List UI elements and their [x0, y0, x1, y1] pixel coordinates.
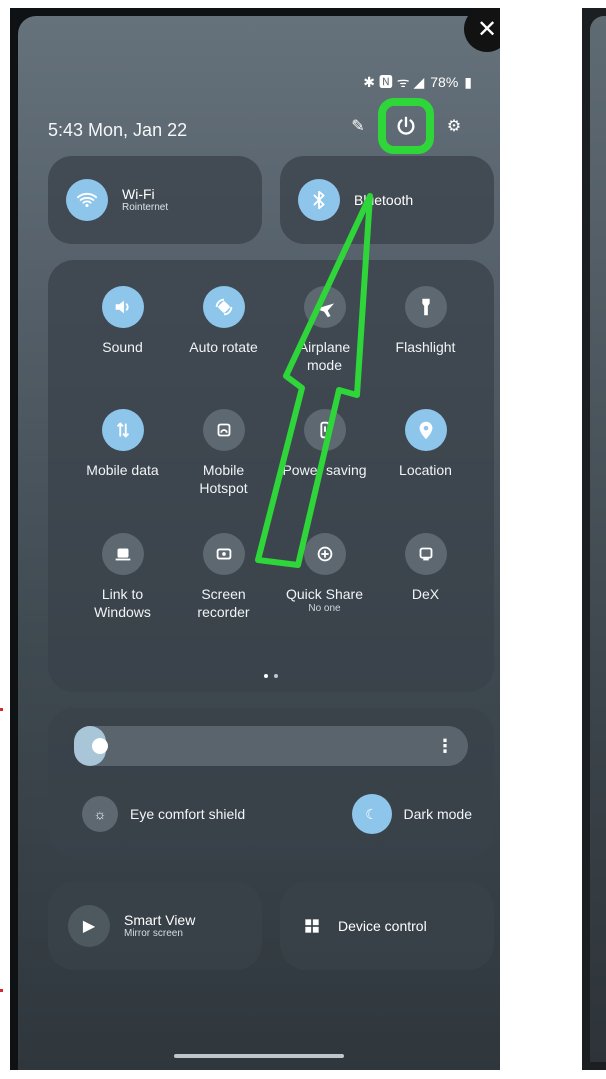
display-toggles: ☼ Eye comfort shield ☾ Dark mode	[82, 794, 472, 834]
home-indicator	[174, 1054, 344, 1058]
edge-marker	[0, 708, 3, 711]
link-to-windows-icon	[101, 532, 144, 575]
tile-quick-share-sub: No one	[308, 602, 341, 614]
location-icon	[404, 409, 447, 452]
tile-mobile-hotspot[interactable]: Mobile Hotspot	[173, 409, 274, 532]
page-dot	[274, 674, 278, 678]
tiles-grid: Sound Auto rotate Airplane mode Flashlig…	[72, 286, 476, 656]
status-bar: ✱ 🅽 ᯤ ◢ 78% ▮	[363, 72, 472, 92]
bluetooth-icon	[298, 179, 340, 221]
tile-auto-rotate-label: Auto rotate	[189, 339, 258, 355]
tile-location[interactable]: Location	[375, 409, 476, 532]
tile-quick-share[interactable]: Quick Share No one	[274, 532, 375, 656]
tile-mobile-data-label: Mobile data	[86, 462, 159, 479]
power-button-highlight	[378, 98, 434, 154]
device-control-content: Device control	[280, 882, 494, 970]
phone-frame: ✕ ✱ 🅽 ᯤ ◢ 78% ▮ 5:43 Mon, Jan 22 ✎ ⚙ Wi-…	[10, 8, 500, 1070]
power-icon[interactable]	[394, 114, 418, 138]
status-icons: ✱ 🅽 ᯤ ◢	[363, 74, 425, 90]
page-dot-active	[264, 674, 268, 678]
smart-view-content: ▶ Smart View Mirror screen	[48, 882, 262, 970]
smart-view-subtitle: Mirror screen	[124, 928, 183, 939]
tile-airplane-mode-label: Airplane mode	[298, 339, 351, 373]
bluetooth-title: Bluetooth	[354, 192, 414, 208]
tile-mobile-hotspot-label: Mobile Hotspot	[199, 462, 248, 497]
dark-mode-icon: ☾	[351, 794, 392, 834]
page-indicator	[264, 674, 278, 678]
header-actions: ✎ ⚙	[346, 98, 466, 154]
tile-flashlight[interactable]: Flashlight	[375, 286, 476, 409]
quick-panel-screen: ✕ ✱ 🅽 ᯤ ◢ 78% ▮ 5:43 Mon, Jan 22 ✎ ⚙ Wi-…	[18, 8, 500, 1070]
eye-comfort-icon: ☼	[82, 796, 118, 832]
tile-screen-recorder[interactable]: Screen recorder	[173, 532, 274, 656]
eye-comfort-label: Eye comfort shield	[130, 806, 246, 822]
auto-rotate-icon	[202, 286, 245, 328]
dark-mode-toggle[interactable]: ☾ Dark mode	[351, 794, 472, 834]
smart-view-icon: ▶	[68, 905, 110, 947]
tile-mobile-data[interactable]: Mobile data	[72, 409, 173, 532]
tile-dex-label: DeX	[411, 585, 440, 602]
brightness-panel: ⋮ ☼ Eye comfort shield ☾ Dark mode	[48, 708, 494, 858]
device-control-label: Device control	[338, 918, 427, 934]
device-control-button[interactable]: Device control	[280, 882, 494, 970]
brightness-slider[interactable]: ⋮	[74, 726, 468, 766]
battery-percent: 78%	[430, 74, 459, 90]
tile-sound-label: Sound	[102, 339, 143, 355]
tile-power-saving[interactable]: Power saving	[274, 409, 375, 532]
dex-icon	[404, 532, 447, 575]
close-icon[interactable]: ✕	[464, 8, 500, 52]
power-saving-icon	[303, 409, 346, 452]
quick-settings-tiles: Sound Auto rotate Airplane mode Flashlig…	[48, 260, 494, 692]
screen-recorder-icon	[202, 532, 245, 575]
bluetooth-toggle[interactable]: Bluetooth	[280, 156, 494, 244]
flashlight-icon	[404, 286, 447, 328]
more-options-icon[interactable]: ⋮	[436, 736, 454, 757]
smart-view-button[interactable]: ▶ Smart View Mirror screen	[48, 882, 262, 970]
tile-auto-rotate[interactable]: Auto rotate	[173, 286, 274, 409]
second-phone-screen	[590, 16, 606, 1062]
sound-icon	[101, 286, 144, 328]
edit-pencil-icon[interactable]: ✎	[346, 114, 370, 138]
battery-icon: ▮	[464, 73, 472, 90]
brightness-knob[interactable]	[92, 738, 108, 754]
airplane-icon	[303, 286, 346, 328]
smart-view-title: Smart View	[124, 912, 196, 928]
hotspot-icon	[202, 409, 245, 452]
tile-link-to-windows[interactable]: Link to Windows	[72, 532, 173, 656]
device-control-icon	[300, 914, 324, 938]
tile-power-saving-label: Power saving	[282, 462, 367, 479]
time-date: 5:43 Mon, Jan 22	[48, 120, 188, 140]
mobile-data-icon	[101, 409, 144, 452]
tile-flashlight-label: Flashlight	[395, 339, 456, 355]
dark-mode-label: Dark mode	[403, 806, 472, 822]
tile-location-label: Location	[399, 462, 452, 479]
quick-share-icon	[303, 532, 346, 575]
tile-airplane-mode[interactable]: Airplane mode	[274, 286, 375, 409]
wifi-toggle[interactable]: Wi-Fi Rointernet	[48, 156, 262, 244]
tile-screen-recorder-label: Screen recorder	[197, 585, 250, 620]
edge-marker	[0, 989, 3, 992]
bluetooth-toggle-content: Bluetooth	[280, 156, 494, 244]
tile-dex[interactable]: DeX	[375, 532, 476, 656]
tile-link-to-windows-label: Link to Windows	[94, 585, 151, 620]
wifi-subtitle: Rointernet	[122, 202, 169, 213]
eye-comfort-toggle[interactable]: ☼ Eye comfort shield	[82, 796, 245, 832]
tile-sound[interactable]: Sound	[72, 286, 173, 409]
tile-quick-share-label: Quick Share	[285, 585, 364, 602]
settings-gear-icon[interactable]: ⚙	[442, 114, 466, 138]
wifi-toggle-content: Wi-Fi Rointernet	[48, 156, 262, 244]
wifi-icon	[66, 179, 108, 221]
wifi-title: Wi-Fi	[122, 186, 155, 202]
